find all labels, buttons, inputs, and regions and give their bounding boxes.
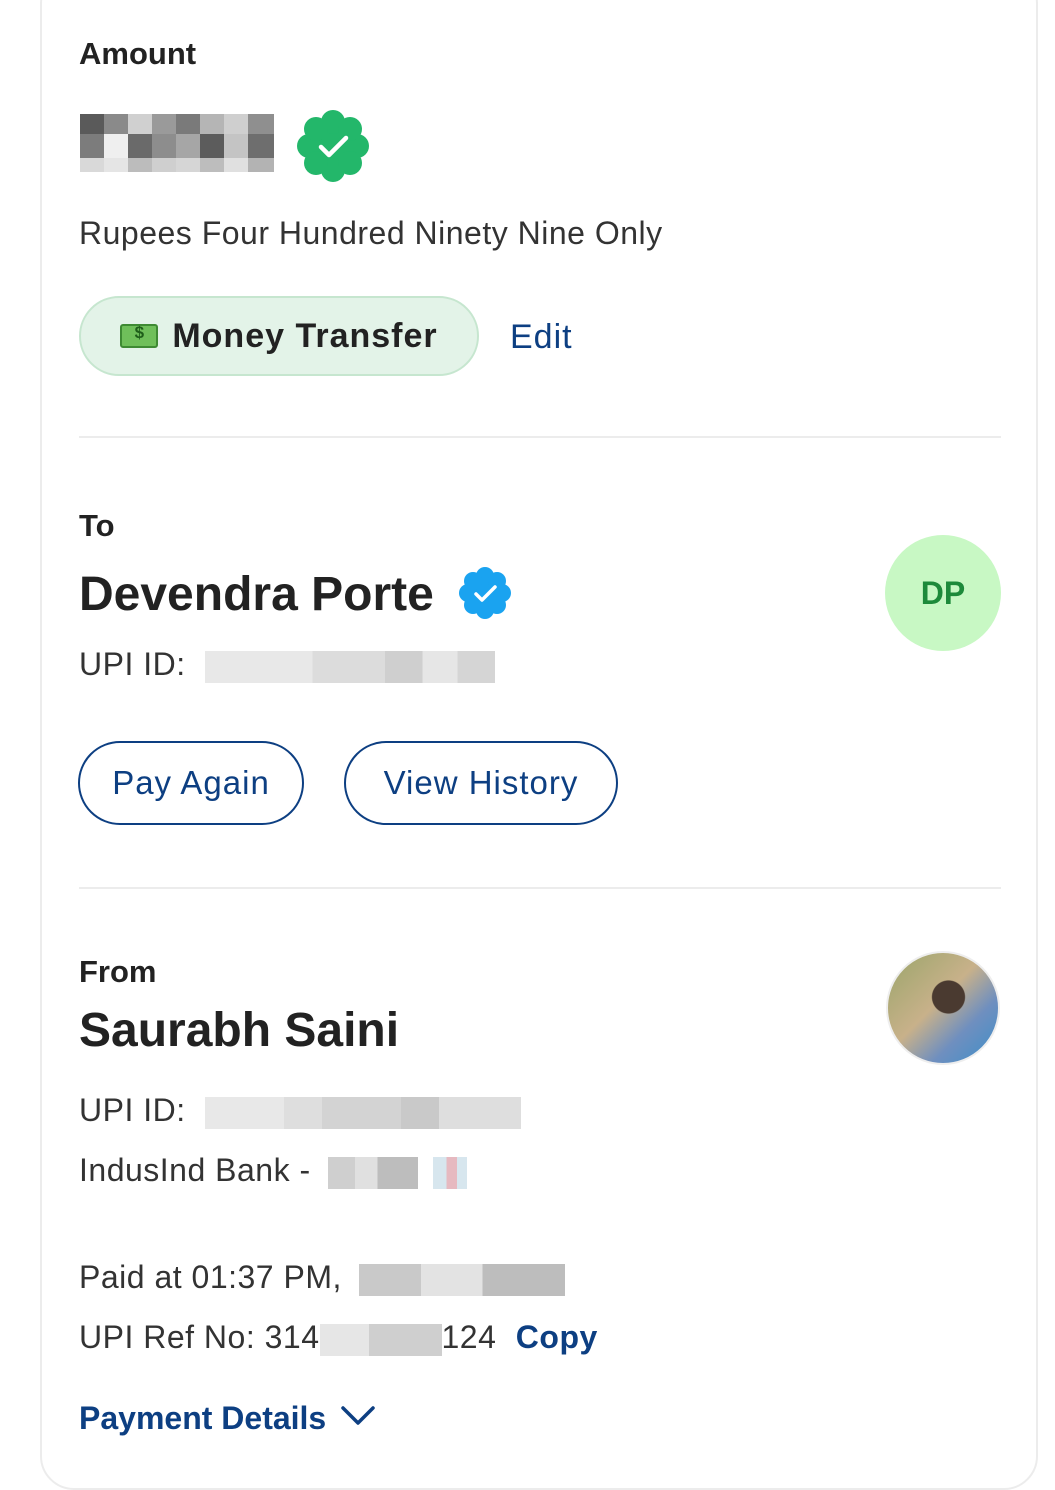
upi-id-label: UPI ID: bbox=[79, 646, 186, 682]
upi-id-redacted bbox=[205, 1096, 522, 1129]
copy-ref-button[interactable]: Copy bbox=[516, 1319, 598, 1355]
verified-badge-icon bbox=[459, 567, 511, 619]
sender-upi-row: UPI ID: bbox=[79, 1092, 522, 1129]
paid-at-time: Paid at 01:37 PM, bbox=[79, 1259, 342, 1295]
amount-label: Amount bbox=[79, 36, 197, 71]
divider bbox=[79, 887, 1001, 889]
upi-ref-prefix: UPI Ref No: 314 bbox=[79, 1319, 320, 1355]
bank-name: IndusInd Bank - bbox=[79, 1152, 311, 1188]
paid-date-redacted bbox=[359, 1263, 566, 1296]
payment-details-label: Payment Details bbox=[79, 1400, 327, 1436]
upi-id-label: UPI ID: bbox=[79, 1092, 186, 1128]
sender-avatar bbox=[886, 951, 1000, 1065]
upi-ref-suffix: 124 bbox=[441, 1319, 497, 1355]
avatar-initials: DP bbox=[920, 574, 966, 611]
upi-ref-redacted bbox=[319, 1323, 442, 1356]
divider bbox=[79, 436, 1001, 438]
sender-bank-row: IndusInd Bank - bbox=[79, 1152, 468, 1189]
edit-category-link[interactable]: Edit bbox=[510, 318, 573, 357]
from-label: From bbox=[79, 954, 157, 989]
category-chip-label: Money Transfer bbox=[172, 316, 438, 355]
category-chip-money-transfer[interactable]: Money Transfer bbox=[79, 296, 479, 376]
amount-in-words: Rupees Four Hundred Ninety Nine Only bbox=[79, 215, 663, 251]
chevron-down-icon bbox=[340, 1405, 376, 1432]
recipient-name: Devendra Porte bbox=[79, 568, 434, 621]
sender-name: Saurabh Saini bbox=[79, 1004, 400, 1057]
recipient-avatar: DP bbox=[885, 535, 1001, 651]
upi-id-redacted bbox=[205, 650, 496, 683]
upi-ref-row: UPI Ref No: 314 124 Copy bbox=[79, 1319, 598, 1356]
redacted-amount-pixels bbox=[80, 114, 274, 172]
pay-again-button[interactable]: Pay Again bbox=[78, 741, 304, 825]
account-number-redacted bbox=[328, 1156, 419, 1189]
paid-at-row: Paid at 01:37 PM, bbox=[79, 1259, 566, 1296]
recipient-upi-row: UPI ID: bbox=[79, 646, 496, 683]
money-icon bbox=[120, 323, 159, 348]
payment-details-toggle[interactable]: Payment Details bbox=[79, 1400, 376, 1437]
to-label: To bbox=[79, 508, 115, 543]
amount-value-redacted bbox=[80, 114, 274, 172]
check-badge-icon bbox=[296, 109, 370, 183]
bank-logo-redacted bbox=[433, 1156, 468, 1189]
view-history-button[interactable]: View History bbox=[344, 741, 618, 825]
